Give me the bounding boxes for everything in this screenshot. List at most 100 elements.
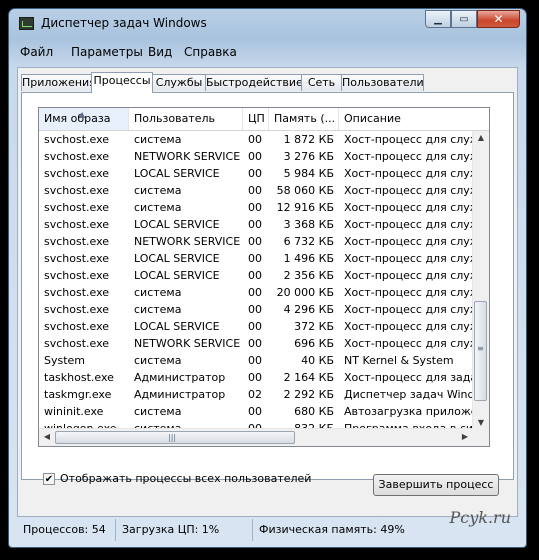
cell-user: NETWORK SERVICE: [134, 150, 241, 163]
cell-image-name: taskmgr.exe: [44, 388, 112, 401]
column-header-image-name[interactable]: ▲ Имя образа: [39, 108, 129, 130]
table-row[interactable]: svchost.exe LOCAL SERVICE 00 5 984 КБ Хост-п…: [39, 165, 473, 182]
table-row[interactable]: System система 00 40 КБ NT Kernel & System: [39, 352, 473, 369]
tab-services[interactable]: Службы: [152, 74, 206, 91]
status-memory-usage: Физическая память: 49%: [259, 523, 405, 536]
status-cpu-usage: Загрузка ЦП: 1%: [116, 519, 253, 541]
cell-image-name: svchost.exe: [44, 201, 110, 214]
table-row[interactable]: wininit.exe система 00 680 КБ Автозагрузка п…: [39, 403, 473, 420]
show-all-users-checkbox[interactable]: ✔: [43, 472, 55, 485]
close-button[interactable]: ✕: [477, 10, 520, 28]
cell-cpu: 00: [248, 167, 262, 180]
cell-description: Хост-процесс для служб: [344, 303, 473, 316]
table-row[interactable]: svchost.exe система 00 58 060 КБ Хост-процес…: [39, 182, 473, 199]
task-manager-icon: [19, 17, 34, 30]
cell-memory: 1 872 КБ: [283, 133, 334, 146]
column-header-description[interactable]: Описание: [339, 108, 479, 130]
table-row[interactable]: svchost.exe LOCAL SERVICE 00 3 368 КБ Хост-п…: [39, 216, 473, 233]
cell-description: Хост-процесс для служб: [344, 252, 473, 265]
column-header-cpu[interactable]: ЦП: [243, 108, 269, 130]
cell-cpu: 00: [248, 184, 262, 197]
tab-performance[interactable]: Быстродействие: [205, 74, 303, 91]
close-icon: ✕: [493, 12, 504, 26]
cell-memory: 20 000 КБ: [276, 286, 334, 299]
table-row[interactable]: svchost.exe NETWORK SERVICE 00 6 732 КБ Хост…: [39, 233, 473, 250]
scroll-up-icon[interactable]: ▲: [473, 133, 489, 142]
cell-description: NT Kernel & System: [344, 354, 454, 367]
maximize-button[interactable]: ▭: [451, 10, 477, 28]
table-row[interactable]: svchost.exe система 00 1 872 КБ Хост-процесс…: [39, 131, 473, 148]
tab-network[interactable]: Сеть: [301, 74, 342, 91]
cell-description: Диспетчер задач Windows: [344, 388, 473, 401]
cell-description: Хост-процесс для служб: [344, 320, 473, 333]
process-rows: svchost.exe система 00 1 872 КБ Хост-процесс…: [39, 131, 473, 437]
cell-memory: 12 916 КБ: [276, 201, 334, 214]
cell-user: LOCAL SERVICE: [134, 252, 220, 265]
minimize-button[interactable]: ▁: [425, 10, 451, 28]
grip-icon: ≡: [477, 344, 484, 353]
table-row[interactable]: svchost.exe система 00 12 916 КБ Хост-процес…: [39, 199, 473, 216]
table-row[interactable]: svchost.exe LOCAL SERVICE 00 2 356 КБ Хост-п…: [39, 267, 473, 284]
column-header-memory[interactable]: Память (...: [269, 108, 339, 130]
column-header-user[interactable]: Пользователь: [129, 108, 243, 130]
cell-description: Хост-процесс для задач: [344, 371, 473, 384]
cell-memory: 58 060 КБ: [276, 184, 334, 197]
show-all-users-option[interactable]: ✔ Отображать процессы всех пользователей: [43, 472, 311, 485]
tab-processes[interactable]: Процессы: [91, 72, 153, 93]
table-row[interactable]: svchost.exe NETWORK SERVICE 00 696 КБ Хост-п…: [39, 335, 473, 352]
menu-file[interactable]: Файл: [20, 45, 53, 59]
cell-cpu: 00: [248, 235, 262, 248]
cell-cpu: 00: [248, 354, 262, 367]
cell-cpu: 00: [248, 269, 262, 282]
cell-user: LOCAL SERVICE: [134, 218, 220, 231]
tab-applications[interactable]: Приложения: [21, 74, 96, 91]
sort-ascending-icon: ▲: [79, 110, 86, 119]
cell-user: NETWORK SERVICE: [134, 337, 241, 350]
cell-user: LOCAL SERVICE: [134, 167, 220, 180]
end-process-button[interactable]: Завершить процесс: [373, 474, 499, 496]
cell-user: система: [134, 133, 182, 146]
table-row[interactable]: taskhost.exe Администратор 00 2 164 КБ Хост-…: [39, 369, 473, 386]
cell-image-name: System: [44, 354, 86, 367]
cell-cpu: 00: [248, 303, 262, 316]
menu-view[interactable]: Вид: [148, 45, 172, 59]
cell-user: Администратор: [134, 388, 226, 401]
cell-memory: 5 984 КБ: [283, 167, 334, 180]
horizontal-scroll-thumb[interactable]: |||: [55, 431, 295, 444]
cell-cpu: 02: [248, 388, 262, 401]
cell-image-name: svchost.exe: [44, 184, 110, 197]
cell-user: Администратор: [134, 371, 226, 384]
table-row[interactable]: svchost.exe NETWORK SERVICE 00 3 276 КБ Хост…: [39, 148, 473, 165]
cell-user: NETWORK SERVICE: [134, 235, 241, 248]
cell-image-name: svchost.exe: [44, 252, 110, 265]
cell-memory: 2 164 КБ: [283, 371, 334, 384]
cell-cpu: 00: [248, 218, 262, 231]
table-row[interactable]: svchost.exe система 00 20 000 КБ Хост-процес…: [39, 284, 473, 301]
vertical-scrollbar[interactable]: ▲ ≡ ▼: [472, 131, 489, 429]
title-bar[interactable]: Диспетчер задач Windows ▁ ▭ ✕: [9, 9, 526, 37]
cell-image-name: svchost.exe: [44, 269, 110, 282]
scroll-right-icon[interactable]: ▶: [457, 432, 473, 441]
horizontal-scrollbar[interactable]: ◀ ||| ▶: [39, 428, 473, 446]
cell-user: LOCAL SERVICE: [134, 320, 220, 333]
vertical-scroll-thumb[interactable]: ≡: [474, 301, 487, 401]
table-row[interactable]: svchost.exe LOCAL SERVICE 00 1 496 КБ Хост-п…: [39, 250, 473, 267]
cell-cpu: 00: [248, 371, 262, 384]
table-row[interactable]: taskmgr.exe Администратор 02 2 292 КБ Диспет…: [39, 386, 473, 403]
cell-memory: 3 276 КБ: [283, 150, 334, 163]
cell-image-name: wininit.exe: [44, 405, 104, 418]
table-row[interactable]: svchost.exe система 00 4 296 КБ Хост-процесс…: [39, 301, 473, 318]
cell-description: Хост-процесс для служб: [344, 286, 473, 299]
menu-bar: Файл Параметры Вид Справка: [9, 43, 526, 63]
cell-description: Хост-процесс для служб: [344, 235, 473, 248]
scroll-left-icon[interactable]: ◀: [39, 432, 55, 441]
cell-image-name: svchost.exe: [44, 235, 110, 248]
scroll-down-icon[interactable]: ▼: [473, 418, 489, 427]
tab-users[interactable]: Пользователи: [341, 74, 424, 91]
menu-help[interactable]: Справка: [184, 45, 237, 59]
menu-options[interactable]: Параметры: [71, 45, 143, 59]
cell-memory: 680 КБ: [294, 405, 334, 418]
process-list: ▲ Имя образа Пользователь ЦП Память (...…: [38, 107, 490, 447]
table-row[interactable]: svchost.exe LOCAL SERVICE 00 372 КБ Хост-про…: [39, 318, 473, 335]
cell-image-name: taskhost.exe: [44, 371, 114, 384]
